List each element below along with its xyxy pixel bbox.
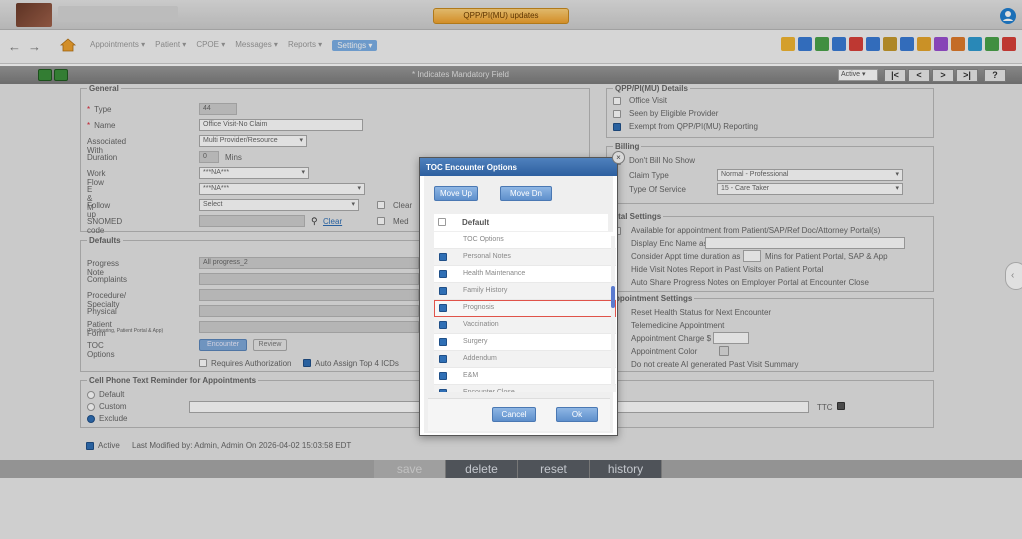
toc-option-checkbox[interactable] [439, 304, 447, 312]
toc-option-checkbox[interactable] [439, 338, 447, 346]
toc-option-label: E&M [463, 372, 479, 379]
toc-option-checkbox[interactable] [439, 372, 447, 380]
toc-option-label: Surgery [463, 338, 488, 345]
dialog-body: Move Up Move Dn Default TOC Options Perso… [424, 176, 616, 433]
toc-options-list: TOC Options Personal Notes Health Maintena… [434, 232, 616, 392]
scrollbar-thumb[interactable] [611, 286, 615, 308]
toc-option-row[interactable]: Family History [434, 283, 616, 300]
toc-option-row[interactable]: Encounter Close [434, 385, 616, 392]
toc-option-row[interactable]: Health Maintenance [434, 266, 616, 283]
toc-option-label: Personal Notes [463, 253, 511, 260]
toc-option-checkbox[interactable] [439, 321, 447, 329]
toc-option-row[interactable]: Vaccination [434, 317, 616, 334]
list-header: Default [434, 214, 608, 231]
toc-option-row[interactable]: E&M [434, 368, 616, 385]
toc-option-label: Vaccination [463, 321, 499, 328]
select-all-checkbox[interactable] [438, 218, 446, 226]
toc-option-row[interactable]: Personal Notes [434, 249, 616, 266]
toc-option-checkbox[interactable] [439, 253, 447, 261]
cancel-button[interactable]: Cancel [492, 407, 536, 422]
toc-option-label: TOC Options [463, 236, 504, 243]
toc-option-row[interactable]: Prognosis [434, 300, 616, 317]
ok-button[interactable]: Ok [556, 407, 598, 422]
close-icon[interactable]: × [612, 151, 625, 164]
toc-option-row[interactable]: TOC Options [434, 232, 616, 249]
toc-option-checkbox[interactable] [439, 355, 447, 363]
move-up-button[interactable]: Move Up [434, 186, 478, 201]
toc-option-label: Prognosis [463, 304, 495, 311]
list-scrollbar[interactable] [611, 236, 615, 386]
toc-option-checkbox[interactable] [439, 287, 447, 295]
dialog-footer: Cancel Ok [428, 398, 610, 431]
toc-option-checkbox[interactable] [439, 389, 447, 392]
toc-option-row[interactable]: Addendum [434, 351, 616, 368]
toc-encounter-dialog: TOC Encounter Options × Move Up Move Dn … [419, 151, 625, 436]
move-down-button[interactable]: Move Dn [500, 186, 552, 201]
toc-option-row[interactable]: Surgery [434, 334, 616, 351]
toc-option-label: Addendum [463, 355, 497, 362]
toc-option-checkbox[interactable] [439, 270, 447, 278]
toc-option-label: Encounter Close [463, 389, 515, 392]
dialog-title: TOC Encounter Options [420, 158, 617, 176]
toc-option-label: Health Maintenance [463, 270, 526, 277]
toc-option-label: Family History [463, 287, 508, 294]
default-column-header: Default [462, 218, 490, 227]
